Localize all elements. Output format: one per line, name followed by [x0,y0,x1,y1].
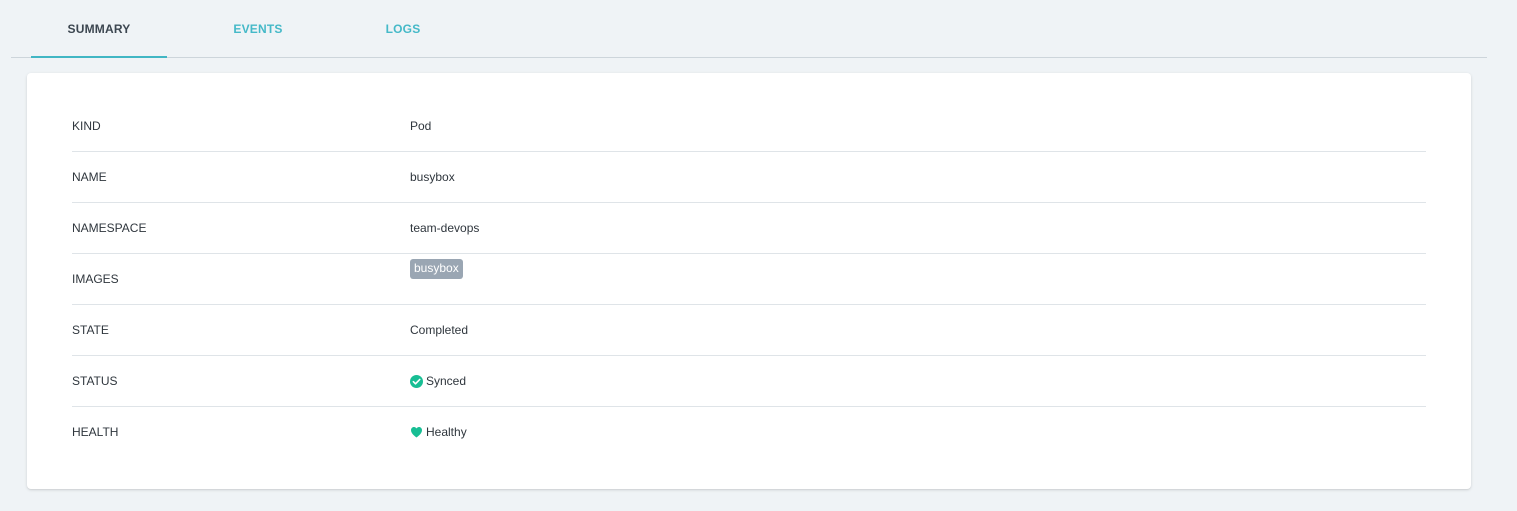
state-row: STATE Completed [72,305,1426,356]
tab-events[interactable]: EVENTS [201,0,315,57]
tab-logs[interactable]: LOGS [346,0,460,57]
images-row: IMAGES busybox [72,254,1426,305]
status-text: Synced [426,374,467,388]
kind-value: Pod [410,119,432,133]
status-value: Synced [410,356,466,406]
namespace-row: NAMESPACE team-devops [72,203,1426,254]
name-row: NAME busybox [72,152,1426,203]
health-value: Healthy [410,407,467,457]
name-value: busybox [410,170,455,184]
health-row: HEALTH Healthy [72,407,1426,457]
status-label: STATUS [72,374,118,388]
namespace-label: NAMESPACE [72,221,147,235]
name-label: NAME [72,170,107,184]
health-label: HEALTH [72,425,119,439]
image-chip: busybox [410,259,463,279]
namespace-value: team-devops [410,221,480,235]
images-value: busybox [410,254,463,304]
tab-summary[interactable]: SUMMARY [31,0,167,58]
health-text: Healthy [426,425,467,439]
state-label: STATE [72,323,109,337]
heart-icon [410,426,423,439]
summary-card: KIND Pod NAME busybox NAMESPACE team-dev… [27,73,1471,489]
state-value: Completed [410,323,469,337]
status-row: STATUS Synced [72,356,1426,407]
kind-label: KIND [72,119,101,133]
kind-row: KIND Pod [72,101,1426,152]
summary-details: KIND Pod NAME busybox NAMESPACE team-dev… [72,101,1426,457]
check-circle-icon [410,374,423,388]
tab-bar: SUMMARY EVENTS LOGS [11,0,1487,58]
resource-details-page: SUMMARY EVENTS LOGS KIND Pod NAME busybo… [0,0,1517,511]
images-label: IMAGES [72,272,119,286]
